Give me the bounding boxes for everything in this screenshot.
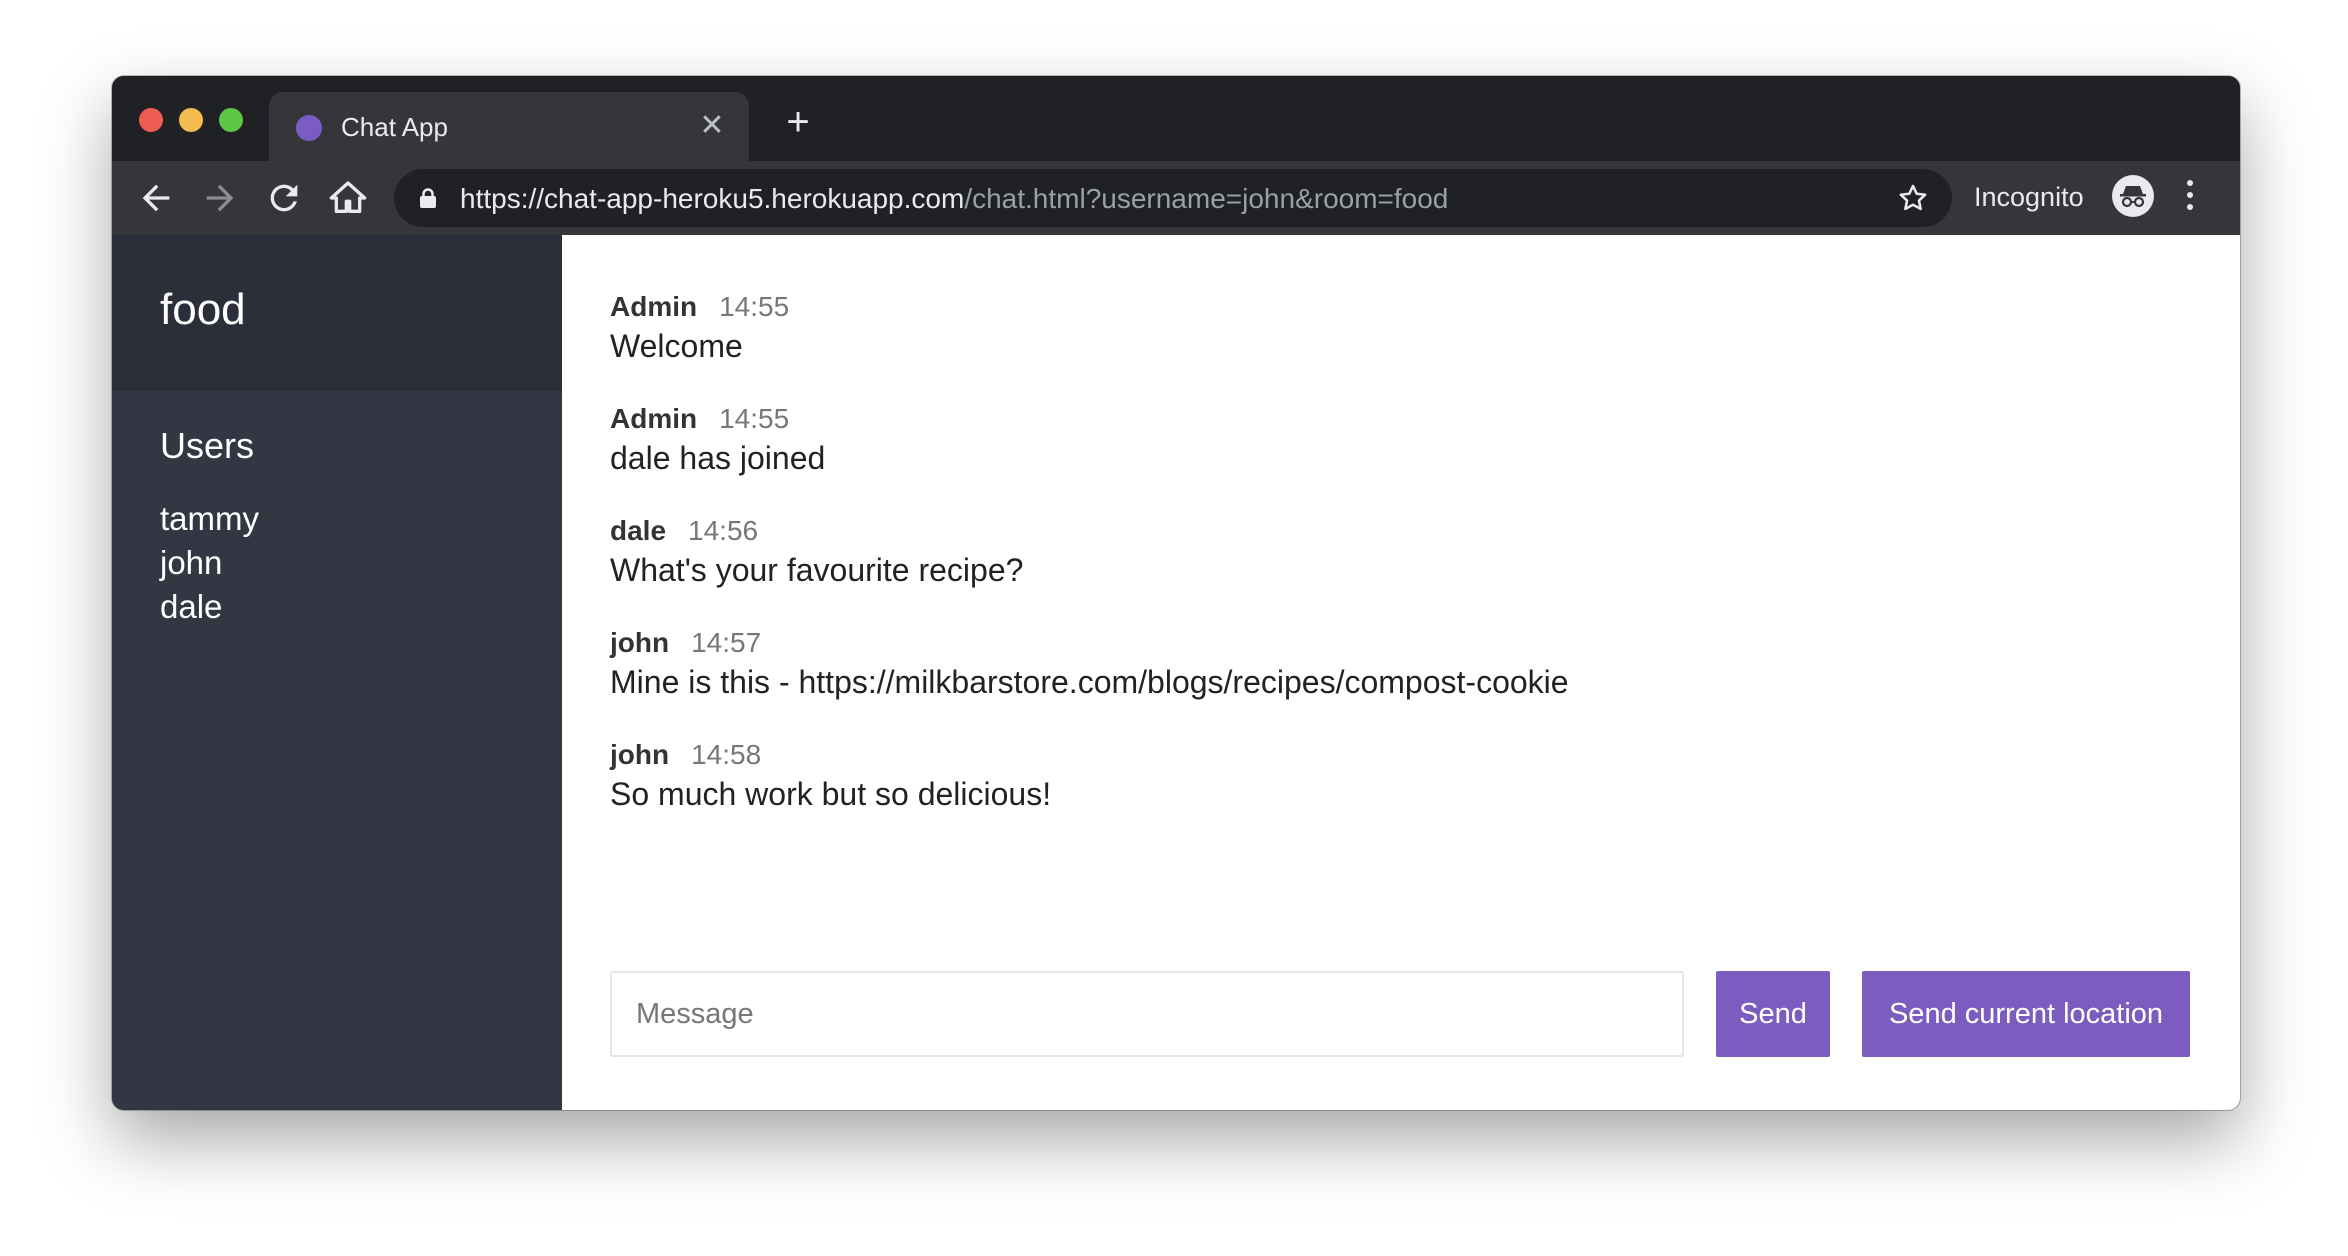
maximize-window-button[interactable] bbox=[219, 108, 243, 132]
message-time: 14:56 bbox=[688, 515, 759, 546]
user-item: dale bbox=[160, 588, 223, 625]
send-location-button[interactable]: Send current location bbox=[1862, 971, 2190, 1057]
url-host: https://chat-app-heroku5.herokuapp.com bbox=[460, 183, 965, 214]
minimize-window-button[interactable] bbox=[179, 108, 203, 132]
message: Admin 14:55 dale has joined bbox=[610, 401, 2192, 479]
message-time: 14:58 bbox=[691, 739, 762, 770]
favicon-icon bbox=[296, 115, 322, 141]
message-time: 14:55 bbox=[719, 291, 790, 322]
sidebar: food Users tammy john dale bbox=[112, 235, 562, 1110]
user-list: tammy john dale bbox=[160, 497, 259, 629]
message-text: Mine is this - https://milkbarstore.com/… bbox=[610, 664, 1569, 700]
message: john 14:58 So much work but so delicious! bbox=[610, 737, 2192, 815]
message: dale 14:56 What's your favourite recipe? bbox=[610, 513, 2192, 591]
incognito-icon[interactable] bbox=[2112, 175, 2154, 217]
message-input[interactable] bbox=[610, 971, 1684, 1057]
message-text: What's your favourite recipe? bbox=[610, 552, 1024, 588]
message-time: 14:57 bbox=[691, 627, 762, 658]
message-author: john bbox=[610, 627, 670, 658]
message: Admin 14:55 Welcome bbox=[610, 289, 2192, 367]
address-bar[interactable]: https://chat-app-heroku5.herokuapp.com/c… bbox=[394, 169, 1952, 227]
tab-title: Chat App bbox=[341, 112, 448, 142]
bookmark-star-icon[interactable] bbox=[1896, 181, 1930, 215]
url-text: https://chat-app-heroku5.herokuapp.com/c… bbox=[460, 183, 1448, 215]
message-author: Admin bbox=[610, 403, 698, 434]
message-text: dale has joined bbox=[610, 440, 826, 476]
home-icon[interactable] bbox=[328, 178, 368, 218]
incognito-label: Incognito bbox=[1974, 182, 2084, 212]
user-item: tammy bbox=[160, 500, 259, 537]
message-author: dale bbox=[610, 515, 667, 546]
close-tab-icon[interactable]: ✕ bbox=[695, 109, 729, 143]
message-author: john bbox=[610, 739, 670, 770]
room-header: food bbox=[112, 235, 562, 391]
close-window-button[interactable] bbox=[139, 108, 163, 132]
message-time: 14:55 bbox=[719, 403, 790, 434]
forward-arrow-icon[interactable] bbox=[200, 178, 240, 218]
message-author: Admin bbox=[610, 291, 698, 322]
browser-toolbar: https://chat-app-heroku5.herokuapp.com/c… bbox=[112, 161, 2240, 235]
send-button[interactable]: Send bbox=[1716, 971, 1830, 1057]
users-heading: Users bbox=[160, 425, 255, 466]
back-arrow-icon[interactable] bbox=[136, 178, 176, 218]
compose-form: Send Send current location bbox=[610, 971, 2192, 1057]
browser-window: Chat App ✕ + https://chat-app-heroku5.he… bbox=[112, 76, 2240, 1110]
tab-chat-app[interactable]: Chat App ✕ bbox=[269, 92, 749, 161]
lock-icon bbox=[419, 188, 437, 208]
user-item: john bbox=[160, 544, 223, 581]
more-menu-icon[interactable] bbox=[2184, 180, 2196, 216]
reload-icon[interactable] bbox=[264, 178, 304, 218]
new-tab-button[interactable]: + bbox=[776, 100, 820, 144]
url-path: /chat.html?username=john&room=food bbox=[964, 183, 1449, 214]
message-text: So much work but so delicious! bbox=[610, 776, 1052, 812]
message-list: Admin 14:55 Welcome Admin 14:55 dale has j… bbox=[610, 289, 2192, 849]
message-text: Welcome bbox=[610, 328, 743, 364]
tab-strip: Chat App ✕ + bbox=[112, 76, 2240, 161]
message: john 14:57 Mine is this - https://milkbar… bbox=[610, 625, 2192, 703]
page-content: food Users tammy john dale Admin 14:55 We… bbox=[112, 235, 2240, 1110]
chat-main: Admin 14:55 Welcome Admin 14:55 dale has j… bbox=[562, 235, 2240, 1110]
room-title: food bbox=[160, 285, 246, 334]
